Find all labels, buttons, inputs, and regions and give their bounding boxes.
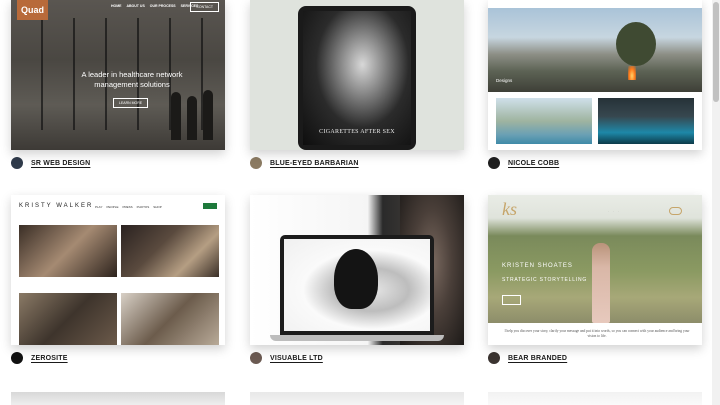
learn-more-button: LEARN MORE bbox=[113, 98, 149, 108]
site-nav: PLAY PEOPLE PRESS PHOTOS SHOP bbox=[95, 205, 162, 209]
card-thumbnail[interactable]: Designs bbox=[488, 0, 702, 150]
card-thumbnail[interactable]: Quad HOME ABOUT US OUR PROCESS SERVICES … bbox=[11, 0, 225, 150]
hero-subtitle: STRATEGIC STORYTELLING bbox=[502, 277, 588, 283]
hero-label: Designs bbox=[496, 78, 513, 83]
avatar bbox=[11, 352, 23, 364]
site-nav: · · · bbox=[608, 209, 619, 213]
landscape-photo: Designs bbox=[488, 8, 702, 92]
portfolio-card[interactable]: CIGARETTES AFTER SEX BLUE-EYED BARBARIAN bbox=[250, 0, 464, 170]
tablet-mockup: CIGARETTES AFTER SEX bbox=[298, 6, 416, 150]
card-thumbnail[interactable] bbox=[250, 195, 464, 345]
photo bbox=[19, 225, 117, 277]
card-caption: VISUABLE LTD bbox=[250, 351, 464, 365]
cta-button bbox=[502, 295, 522, 305]
portfolio-card[interactable]: Quad HOME ABOUT US OUR PROCESS SERVICES … bbox=[11, 0, 225, 170]
designer-link[interactable]: BLUE-EYED BARBARIAN bbox=[270, 160, 359, 167]
photo bbox=[19, 293, 117, 345]
photo bbox=[121, 225, 219, 277]
hero-name: KRISTEN SHOATES bbox=[502, 263, 573, 269]
designer-link[interactable]: SR WEB DESIGN bbox=[31, 160, 90, 167]
card-thumbnail[interactable]: CIGARETTES AFTER SEX bbox=[250, 0, 464, 150]
site-logo: KRISTY WALKER bbox=[19, 203, 94, 209]
scrollbar[interactable] bbox=[712, 0, 720, 405]
partial-card[interactable] bbox=[488, 392, 702, 405]
intro-text: I help you discover your story, clarify … bbox=[504, 329, 690, 338]
avatar bbox=[250, 157, 262, 169]
designer-link[interactable]: VISUABLE LTD bbox=[270, 355, 323, 362]
card-thumbnail[interactable]: ks · · · KRISTEN SHOATES STRATEGIC STORYTE… bbox=[488, 195, 702, 345]
site-logo: Quad bbox=[17, 0, 49, 20]
designer-link[interactable]: NICOLE COBB bbox=[508, 160, 559, 167]
card-caption: NICOLE COBB bbox=[488, 156, 702, 170]
card-caption: BLUE-EYED BARBARIAN bbox=[250, 156, 464, 170]
pool-photo bbox=[496, 98, 592, 144]
screen-title: CIGARETTES AFTER SEX bbox=[319, 129, 395, 135]
partial-card[interactable] bbox=[11, 392, 225, 405]
nav-button bbox=[203, 203, 217, 209]
laptop-mockup bbox=[280, 235, 434, 335]
designer-link[interactable]: ZEROSITE bbox=[31, 355, 68, 362]
hero-headline: A leader in healthcare network managemen… bbox=[81, 70, 183, 89]
portfolio-card[interactable]: KRISTY WALKER PLAY PEOPLE PRESS PHOTOS S… bbox=[11, 195, 225, 365]
avatar bbox=[488, 352, 500, 364]
card-thumbnail[interactable]: KRISTY WALKER PLAY PEOPLE PRESS PHOTOS S… bbox=[11, 195, 225, 345]
portfolio-grid: Quad HOME ABOUT US OUR PROCESS SERVICES … bbox=[0, 0, 720, 405]
avatar bbox=[250, 352, 262, 364]
portfolio-card[interactable]: ks · · · KRISTEN SHOATES STRATEGIC STORYTE… bbox=[488, 195, 702, 365]
avatar bbox=[488, 157, 500, 169]
designer-link[interactable]: BEAR BRANDED bbox=[508, 355, 567, 362]
laptop-screen bbox=[284, 239, 430, 331]
photo bbox=[121, 293, 219, 345]
site-nav: HOME ABOUT US OUR PROCESS SERVICES bbox=[111, 4, 199, 8]
nav-button bbox=[668, 207, 682, 215]
portfolio-card[interactable]: VISUABLE LTD bbox=[250, 195, 464, 365]
card-caption: SR WEB DESIGN bbox=[11, 156, 225, 170]
site-monogram: ks bbox=[502, 199, 517, 219]
card-caption: ZEROSITE bbox=[11, 351, 225, 365]
contact-button: CONTACT bbox=[190, 2, 219, 12]
avatar bbox=[11, 157, 23, 169]
card-caption: BEAR BRANDED bbox=[488, 351, 702, 365]
scrollbar-thumb[interactable] bbox=[713, 2, 719, 102]
partial-card[interactable] bbox=[250, 392, 464, 405]
pool-night-photo bbox=[598, 98, 694, 144]
tablet-screen: CIGARETTES AFTER SEX bbox=[303, 11, 411, 145]
portfolio-card[interactable]: Designs NICOLE COBB bbox=[488, 0, 702, 170]
